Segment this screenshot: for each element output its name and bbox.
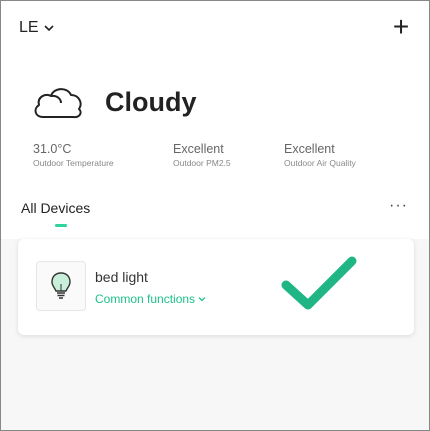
- stat-label: Outdoor PM2.5: [173, 158, 231, 168]
- stat-value: Excellent: [284, 142, 335, 156]
- stat-label: Outdoor Air Quality: [284, 158, 356, 168]
- common-functions-dropdown[interactable]: Common functions: [95, 292, 206, 306]
- stat-value: Excellent: [173, 142, 224, 156]
- tab-all-devices[interactable]: All Devices: [21, 200, 90, 216]
- chevron-down-icon: [44, 25, 54, 32]
- device-card[interactable]: bed light Common functions: [18, 239, 414, 335]
- home-name: LE: [19, 19, 39, 36]
- bulb-icon: [51, 272, 71, 299]
- stat-temperature: 31.0°C Outdoor Temperature: [33, 142, 114, 168]
- add-button[interactable]: +: [389, 13, 413, 41]
- stat-value: 31.0°C: [33, 142, 72, 156]
- common-functions-label: Common functions: [95, 292, 196, 306]
- home-selector[interactable]: LE: [19, 19, 55, 37]
- more-options-button[interactable]: ···: [389, 197, 408, 215]
- stat-label: Outdoor Temperature: [33, 158, 114, 168]
- weather-condition: Cloudy: [105, 86, 197, 117]
- device-name: bed light: [95, 269, 148, 285]
- stat-pm25: Excellent Outdoor PM2.5: [173, 142, 231, 168]
- device-icon-box: [36, 261, 86, 311]
- chevron-down-icon: [198, 297, 206, 302]
- stat-air-quality: Excellent Outdoor Air Quality: [284, 142, 356, 168]
- weather-summary: Cloudy: [31, 83, 197, 121]
- check-icon: [281, 256, 357, 310]
- cloud-icon: [34, 88, 82, 119]
- header-panel: LE + Cloudy 31.0°C Outdoor Temperature E…: [1, 1, 429, 239]
- weather-stats: 31.0°C Outdoor Temperature Excellent Out…: [33, 142, 413, 182]
- tab-indicator: [55, 224, 67, 227]
- app-window: LE + Cloudy 31.0°C Outdoor Temperature E…: [0, 0, 430, 431]
